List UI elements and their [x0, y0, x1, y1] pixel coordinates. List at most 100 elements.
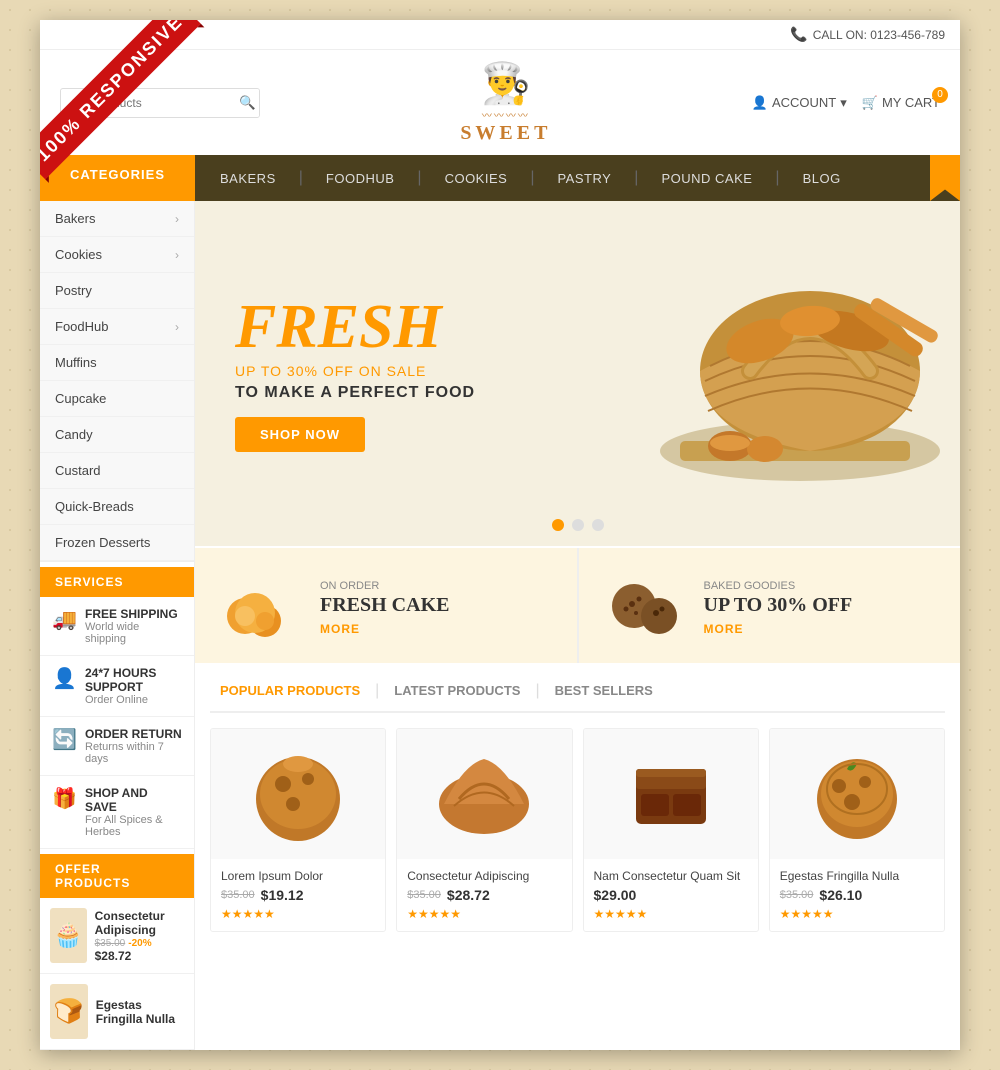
sidebar-item-quick-breads[interactable]: Quick-Breads [40, 489, 194, 525]
chevron-down-icon: ▾ [840, 95, 847, 111]
product-old-price-4: $35.00 [780, 889, 814, 901]
product-image-3 [584, 729, 758, 859]
products-grid: Lorem Ipsum Dolor $35.00 $19.12 ★★★★★ [210, 728, 945, 932]
promo-label-2: BAKED GOODIES [704, 580, 796, 592]
service-title: FREE SHIPPING [85, 607, 182, 621]
offer-item-2[interactable]: 🍞 Egestas Fringilla Nulla [40, 974, 194, 1050]
product-new-price-4: $26.10 [819, 887, 862, 903]
service-title: SHOP AND SAVE [85, 786, 182, 814]
product-card-3[interactable]: Nam Consectetur Quam Sit $29.00 ★★★★★ [583, 728, 759, 932]
offer-name-1: Consectetur Adipiscing [95, 909, 184, 937]
promo-section: ON ORDER FRESH CAKE MORE [195, 548, 960, 663]
product-prices-3: $29.00 [594, 887, 748, 903]
sidebar-item-bakers[interactable]: Bakers › [40, 201, 194, 237]
promo-box-2: BAKED GOODIES UP TO 30% OFF MORE [579, 548, 961, 663]
product-old-price-2: $35.00 [407, 889, 441, 901]
arrow-icon: › [175, 248, 179, 262]
nav-link-pastry[interactable]: PASTRY [542, 159, 626, 198]
promo-image-2 [599, 568, 689, 643]
nav-link-blog[interactable]: BLOG [788, 159, 856, 198]
account-button[interactable]: 👤 ACCOUNT ▾ [752, 95, 847, 111]
arrow-icon: › [175, 320, 179, 334]
cart-badge: 0 [932, 87, 948, 103]
hero-dots [552, 519, 604, 531]
product-prices-2: $35.00 $28.72 [407, 887, 561, 903]
dot-2[interactable] [572, 519, 584, 531]
product-new-price-3: $29.00 [594, 887, 637, 903]
product-stars-2: ★★★★★ [407, 907, 561, 921]
product-stars-4: ★★★★★ [780, 907, 934, 921]
product-name-3: Nam Consectetur Quam Sit [594, 869, 748, 883]
page-wrapper: 100% RESPONSIVE 📞 CALL ON: 0123-456-789 … [40, 20, 960, 1050]
cart-button[interactable]: 🛒 MY CART 0 [862, 95, 940, 111]
hero-text: FRESH UP TO 30% OFF ON SALE TO MAKE A PE… [235, 296, 475, 452]
service-subtitle: Returns within 7 days [85, 741, 182, 765]
cart-icon: 🛒 [862, 95, 878, 111]
offer-products-section: OFFER PRODUCTS 🧁 Consectetur Adipiscing … [40, 854, 194, 1050]
hero-image [580, 211, 940, 521]
product-card-1[interactable]: Lorem Ipsum Dolor $35.00 $19.12 ★★★★★ [210, 728, 386, 932]
new-price: $28.72 [95, 949, 132, 963]
service-title: 24*7 HOURS SUPPORT [85, 666, 182, 694]
nav-link-foodhub[interactable]: FOODHUB [311, 159, 410, 198]
offer-name-2: Egestas Fringilla Nulla [96, 998, 184, 1026]
product-stars-1: ★★★★★ [221, 907, 375, 921]
arrow-icon: › [175, 212, 179, 226]
sidebar-item-candy[interactable]: Candy [40, 417, 194, 453]
logo-icon: 👨‍🍳 [460, 60, 551, 107]
hero-banner: FRESH UP TO 30% OFF ON SALE TO MAKE A PE… [195, 201, 960, 546]
cake-svg [220, 571, 300, 641]
promo-label-1: ON ORDER [320, 580, 379, 592]
save-icon: 🎁 [52, 786, 77, 811]
product-old-price-1: $35.00 [221, 889, 255, 901]
dot-3[interactable] [592, 519, 604, 531]
nav-ribbon-right [930, 155, 960, 201]
offer-products-header: OFFER PRODUCTS [40, 854, 194, 898]
product-image-2 [397, 729, 571, 859]
product-card-4[interactable]: Egestas Fringilla Nulla $35.00 $26.10 ★★… [769, 728, 945, 932]
product-image-4 [770, 729, 944, 859]
hero-description: TO MAKE A PERFECT FOOD [235, 384, 475, 402]
ribbon-label: 100% RESPONSIVE [40, 20, 201, 179]
support-icon: 👤 [52, 666, 77, 691]
promo-more-2[interactable]: MORE [704, 622, 853, 636]
offer-price-1: $35.00 -20% $28.72 [95, 937, 184, 963]
phone-icon: 📞 [790, 26, 807, 43]
sidebar-item-cupcake[interactable]: Cupcake [40, 381, 194, 417]
tab-latest-products[interactable]: LATEST PRODUCTS [384, 678, 530, 703]
logo-decoration: 〰〰〰〰 [460, 107, 551, 122]
service-item-shipping: 🚚 FREE SHIPPING World wide shipping [40, 597, 194, 656]
shop-now-button[interactable]: SHOP NOW [235, 417, 365, 452]
offer-item-1[interactable]: 🧁 Consectetur Adipiscing $35.00 -20% $28… [40, 898, 194, 974]
service-item-return: 🔄 ORDER RETURN Returns within 7 days [40, 717, 194, 776]
product-name-1: Lorem Ipsum Dolor [221, 869, 375, 883]
sidebar-item-cookies[interactable]: Cookies › [40, 237, 194, 273]
sidebar-item-postry[interactable]: Postry [40, 273, 194, 309]
product-new-price-1: $19.12 [261, 887, 304, 903]
sidebar-categories: Bakers › Cookies › Postry FoodHub › Muff… [40, 201, 194, 562]
logo-area: 👨‍🍳 〰〰〰〰 SWEET [460, 60, 551, 145]
product-card-2[interactable]: Consectetur Adipiscing $35.00 $28.72 ★★★… [396, 728, 572, 932]
tab-best-sellers[interactable]: BEST SELLERS [545, 678, 663, 703]
product-prices-4: $35.00 $26.10 [780, 887, 934, 903]
cookies-svg [604, 571, 684, 641]
promo-more-1[interactable]: MORE [320, 622, 449, 636]
sidebar-item-frozen-desserts[interactable]: Frozen Desserts [40, 525, 194, 561]
sidebar-item-foodhub[interactable]: FoodHub › [40, 309, 194, 345]
nav-link-cookies[interactable]: COOKIES [430, 159, 523, 198]
offer-image-1: 🧁 [50, 908, 87, 963]
promo-text-1: ON ORDER FRESH CAKE MORE [320, 576, 449, 636]
logo-text: SWEET [460, 122, 551, 145]
service-subtitle: Order Online [85, 694, 182, 706]
tab-popular-products[interactable]: POPULAR PRODUCTS [210, 678, 370, 703]
return-icon: 🔄 [52, 727, 77, 752]
product-prices-1: $35.00 $19.12 [221, 887, 375, 903]
search-button[interactable]: 🔍 [231, 89, 260, 117]
content-area: FRESH UP TO 30% OFF ON SALE TO MAKE A PE… [195, 201, 960, 1050]
nav-link-pound-cake[interactable]: POUND CAKE [646, 159, 767, 198]
sidebar-item-custard[interactable]: Custard [40, 453, 194, 489]
sidebar-item-muffins[interactable]: Muffins [40, 345, 194, 381]
sidebar: Bakers › Cookies › Postry FoodHub › Muff… [40, 201, 195, 1050]
dot-1[interactable] [552, 519, 564, 531]
promo-image-1 [215, 568, 305, 643]
